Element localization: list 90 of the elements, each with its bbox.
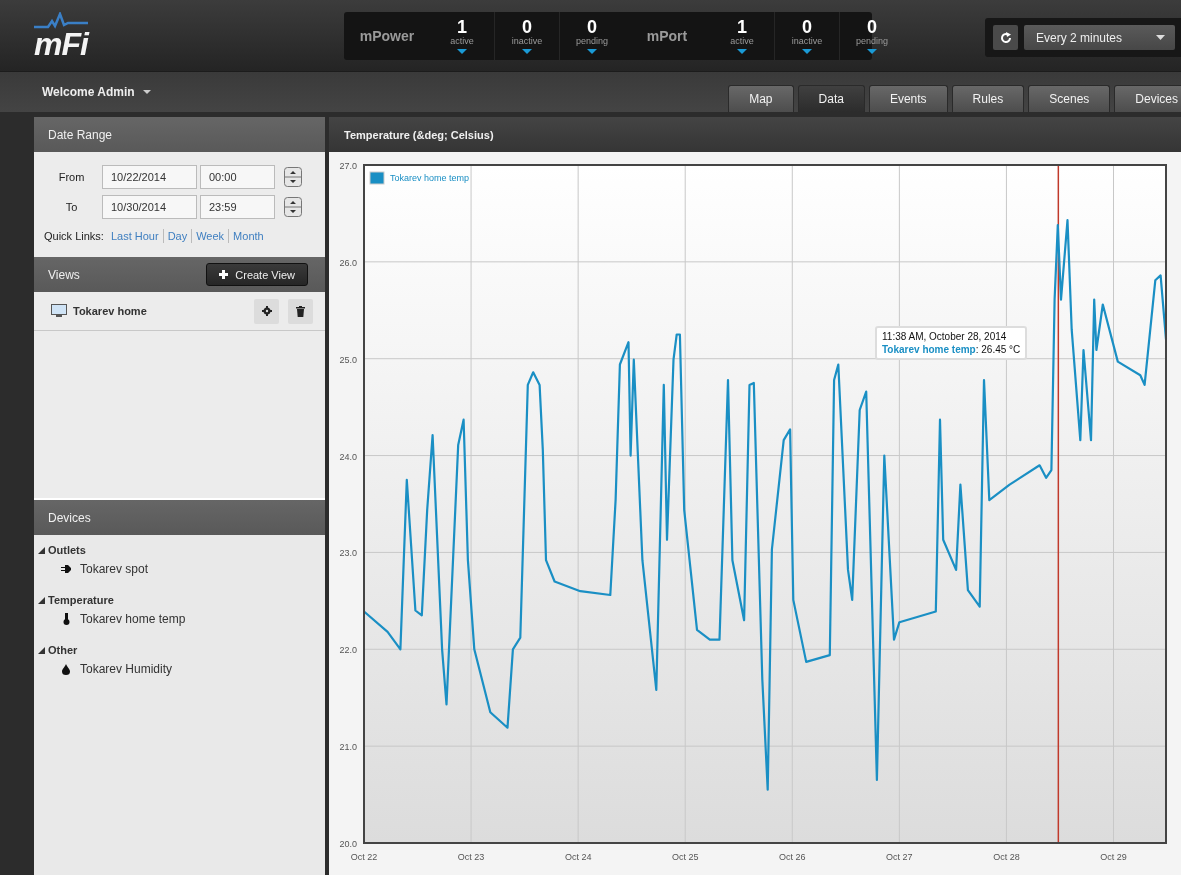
stat-label: inactive <box>791 36 823 47</box>
device-group: Other <box>48 644 78 656</box>
date-label: From <box>57 171 86 183</box>
device-type-label: mPort <box>645 27 689 46</box>
nav-tab[interactable]: Events <box>868 85 948 112</box>
legend-swatch <box>369 171 385 185</box>
refresh-icon <box>999 31 1012 44</box>
trash-icon <box>296 305 305 317</box>
stat-label: active <box>450 36 474 47</box>
quick-links-label: Quick Links: <box>44 230 104 242</box>
x-axis-label: Oct 28 <box>993 852 1020 862</box>
device-group: Temperature <box>48 594 114 606</box>
view-name[interactable]: Tokarev home <box>73 305 147 317</box>
y-axis-label: 26.0 <box>339 257 357 268</box>
y-axis-label: 24.0 <box>339 451 357 462</box>
device-item[interactable]: Tokarev spot <box>80 562 149 576</box>
y-axis-label: 21.0 <box>339 742 357 753</box>
x-axis-label: Oct 22 <box>350 852 378 862</box>
y-axis-label: 27.0 <box>339 161 357 171</box>
caret-icon[interactable] <box>587 49 597 54</box>
create-view-button[interactable]: Create View <box>206 263 308 286</box>
x-axis-label: Oct 24 <box>564 852 592 862</box>
x-axis-label: Oct 27 <box>886 852 913 862</box>
logo: mFi <box>32 12 90 60</box>
quick-link[interactable]: Last Hour <box>110 230 159 242</box>
device-group: Outlets <box>48 544 86 556</box>
caret-icon <box>142 90 151 94</box>
panel-title: Views <box>48 267 80 282</box>
spinner-icon[interactable] <box>284 167 302 187</box>
monitor-icon <box>51 304 67 318</box>
settings-icon <box>261 306 272 316</box>
time-field[interactable]: 23:59 <box>200 195 275 219</box>
tooltip-time: 11:38 AM, October 28, 2014 <box>882 330 1008 343</box>
thermometer-icon <box>62 613 70 625</box>
nav-tab[interactable]: Map <box>728 85 794 112</box>
stat-count: 0 <box>867 18 877 36</box>
x-axis-label: Oct 26 <box>779 852 806 862</box>
x-axis-label: Oct 23 <box>457 852 485 862</box>
stat-count: 0 <box>587 18 597 36</box>
date-field[interactable]: 10/30/2014 <box>102 195 197 219</box>
y-axis-label: 25.0 <box>339 354 357 365</box>
device-item[interactable]: Tokarev home temp <box>80 612 186 626</box>
expanded-triangle-icon[interactable] <box>38 646 45 654</box>
refresh-interval-dropdown[interactable]: Every 2 minutes <box>1024 25 1175 50</box>
plug-icon <box>60 565 72 573</box>
legend-label: Tokarev home temp <box>390 173 470 183</box>
stat-label: inactive <box>511 36 543 47</box>
device-item[interactable]: Tokarev Humidity <box>80 662 173 676</box>
stat-count: 0 <box>802 18 812 36</box>
panel-title: Devices <box>48 510 91 525</box>
caret-icon[interactable] <box>457 49 467 54</box>
y-axis-label: 23.0 <box>339 548 357 559</box>
drop-icon <box>62 663 70 675</box>
device-type-label: mPower <box>358 27 416 46</box>
y-axis-label: 20.0 <box>339 839 357 849</box>
settings-button[interactable] <box>254 298 279 324</box>
user-menu[interactable]: Welcome Admin <box>42 85 151 99</box>
caret-icon[interactable] <box>867 49 877 54</box>
quick-link[interactable]: Month <box>233 230 264 242</box>
nav-tab[interactable]: Rules <box>951 85 1025 112</box>
date-label: To <box>64 201 79 213</box>
x-axis-label: Oct 29 <box>1100 852 1127 862</box>
caret-icon <box>1156 35 1165 40</box>
nav-tab[interactable]: Scenes <box>1028 85 1111 112</box>
quick-link[interactable]: Day <box>167 230 188 242</box>
y-axis-label: 22.0 <box>339 645 357 656</box>
plus-icon <box>219 270 229 279</box>
nav-tab[interactable]: Data <box>797 85 865 112</box>
refresh-button[interactable] <box>993 25 1018 50</box>
date-field[interactable]: 10/22/2014 <box>102 165 197 189</box>
stat-label: pending <box>575 36 608 47</box>
expanded-triangle-icon[interactable] <box>38 596 45 604</box>
expanded-triangle-icon[interactable] <box>38 546 45 554</box>
spinner-icon[interactable] <box>284 197 302 217</box>
stat-count: 0 <box>522 18 532 36</box>
tooltip-value: Tokarev home temp: 26.45 °C <box>882 343 1021 356</box>
time-field[interactable]: 00:00 <box>200 165 275 189</box>
nav-tab[interactable]: Devices <box>1114 85 1181 112</box>
stat-label: active <box>730 36 754 47</box>
caret-icon[interactable] <box>737 49 747 54</box>
stat-label: pending <box>855 36 888 47</box>
caret-icon[interactable] <box>802 49 812 54</box>
chart-title: Temperature (&deg; Celsius) <box>344 128 494 141</box>
x-axis-label: Oct 25 <box>671 852 699 862</box>
stat-count: 1 <box>457 18 467 36</box>
delete-button[interactable] <box>288 298 313 324</box>
stat-count: 1 <box>737 18 747 36</box>
quick-link[interactable]: Week <box>196 230 225 242</box>
panel-title: Date Range <box>48 127 113 142</box>
caret-icon[interactable] <box>522 49 532 54</box>
